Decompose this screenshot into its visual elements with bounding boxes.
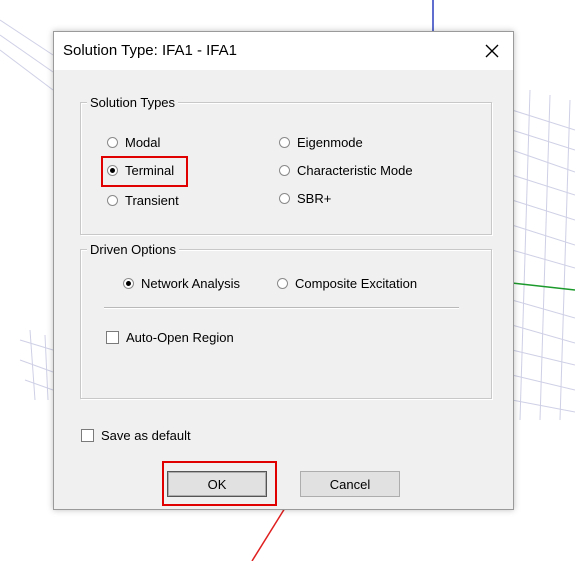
radio-button-icon: [107, 164, 118, 176]
radio-terminal-label: Terminal: [125, 162, 175, 178]
auto-open-region-checkbox[interactable]: Auto-Open Region: [106, 329, 234, 345]
radio-characteristic-mode[interactable]: Characteristic Mode: [279, 162, 413, 178]
radio-button-icon: [279, 164, 290, 176]
solution-types-group: Solution Types Modal Terminal Transient …: [80, 95, 492, 235]
radio-network-analysis-label: Network Analysis: [141, 275, 240, 291]
radio-button-icon: [123, 277, 134, 289]
radio-network-analysis[interactable]: Network Analysis: [123, 275, 240, 291]
dialog-title: Solution Type: IFA1 - IFA1: [63, 42, 237, 59]
radio-composite-excitation[interactable]: Composite Excitation: [277, 275, 417, 291]
radio-button-icon: [279, 192, 290, 204]
radio-transient-label: Transient: [125, 192, 179, 208]
driven-options-separator: [104, 307, 459, 309]
radio-composite-excitation-label: Composite Excitation: [295, 275, 418, 291]
dialog-titlebar[interactable]: Solution Type: IFA1 - IFA1: [54, 32, 513, 70]
checkbox-icon: [81, 428, 94, 442]
radio-modal[interactable]: Modal: [107, 134, 160, 150]
radio-sbr-plus[interactable]: SBR+: [279, 190, 331, 206]
ok-button[interactable]: OK: [167, 471, 267, 497]
solution-type-dialog: Solution Type: IFA1 - IFA1 Solution Type…: [53, 31, 514, 510]
driven-options-legend: Driven Options: [87, 242, 179, 257]
save-as-default-label: Save as default: [101, 427, 191, 443]
radio-sbr-plus-label: SBR+: [297, 190, 332, 206]
radio-characteristic-mode-label: Characteristic Mode: [297, 162, 413, 178]
close-icon[interactable]: [477, 37, 507, 65]
radio-button-icon: [277, 277, 288, 289]
radio-eigenmode[interactable]: Eigenmode: [279, 134, 363, 150]
auto-open-region-label: Auto-Open Region: [126, 329, 234, 345]
save-as-default-checkbox[interactable]: Save as default: [81, 427, 191, 443]
driven-options-group: Driven Options Network Analysis Composit…: [80, 242, 492, 399]
solution-types-legend: Solution Types: [87, 95, 179, 110]
radio-terminal[interactable]: Terminal: [107, 162, 174, 178]
radio-button-icon: [107, 136, 118, 148]
cancel-button[interactable]: Cancel: [300, 471, 400, 497]
radio-button-icon: [279, 136, 290, 148]
radio-eigenmode-label: Eigenmode: [297, 134, 363, 150]
checkbox-icon: [106, 330, 119, 344]
radio-modal-label: Modal: [125, 134, 161, 150]
radio-transient[interactable]: Transient: [107, 192, 179, 208]
radio-button-icon: [107, 194, 118, 206]
